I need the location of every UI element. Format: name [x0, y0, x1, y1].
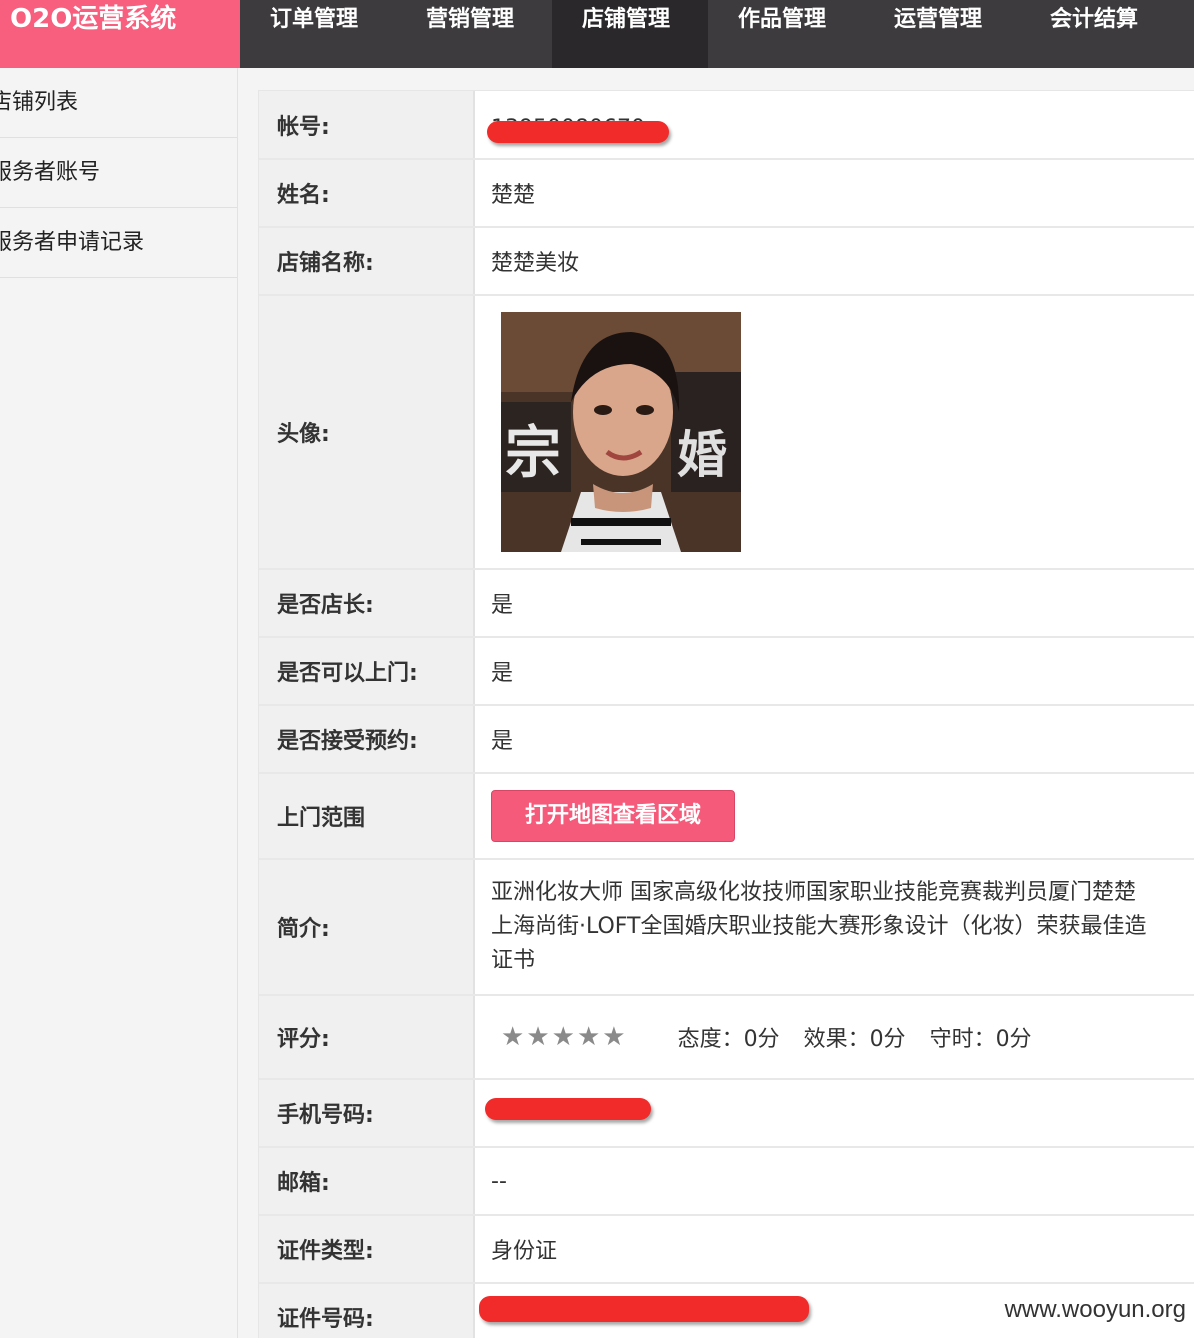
- star-icon: ★: [526, 1022, 550, 1052]
- row-name: 姓名: 楚楚: [259, 160, 1194, 228]
- watermark: www.wooyun.org: [1004, 1296, 1186, 1323]
- star-icon: ★: [602, 1022, 626, 1052]
- sidebar: 店铺列表 服务者账号 服务者申请记录: [0, 68, 238, 1338]
- row-id-type: 证件类型: 身份证: [259, 1216, 1194, 1284]
- account-label: 帐号:: [259, 91, 475, 158]
- is-manager-value: 是: [491, 593, 514, 618]
- shop-name-value: 楚楚美妆: [491, 251, 580, 276]
- star-icon: ★: [551, 1022, 575, 1052]
- intro-line: 上海尚街·LOFT全国婚庆职业技能大赛形象设计（化妆）荣获最佳造: [491, 914, 1147, 939]
- row-home-visit: 是否可以上门: 是: [259, 638, 1194, 706]
- svg-text:婚: 婚: [677, 426, 727, 484]
- row-service-area: 上门范围 打开地图查看区域: [259, 774, 1194, 860]
- punctuality-score: 守时：0分: [929, 1027, 1032, 1052]
- phone-label: 手机号码:: [259, 1080, 475, 1146]
- row-shop-name: 店铺名称: 楚楚美妆: [259, 228, 1194, 296]
- rating-stars: ★ ★ ★ ★ ★: [501, 1024, 626, 1050]
- home-visit-label: 是否可以上门:: [259, 638, 475, 704]
- shop-name-label: 店铺名称:: [259, 228, 475, 294]
- email-value: --: [491, 1168, 507, 1194]
- avatar[interactable]: 宗 婚: [501, 312, 741, 552]
- sidebar-item-provider-applications[interactable]: 服务者申请记录: [0, 208, 237, 278]
- attitude-score: 态度：0分: [677, 1027, 780, 1052]
- main-nav: 订单管理 营销管理 店铺管理 作品管理 运营管理 会计结算: [240, 0, 1176, 68]
- avatar-cell: 宗 婚: [475, 296, 1194, 568]
- redaction-mark: [479, 1296, 809, 1322]
- account-value: 13950080670: [475, 91, 1194, 158]
- id-type-value: 身份证: [491, 1239, 558, 1264]
- intro-label: 简介:: [259, 860, 475, 994]
- row-avatar: 头像: 宗 婚: [259, 296, 1194, 570]
- sidebar-item-provider-accounts[interactable]: 服务者账号: [0, 138, 237, 208]
- app-title[interactable]: O2O运营系统: [0, 0, 240, 68]
- sidebar-item-shop-list[interactable]: 店铺列表: [0, 68, 237, 138]
- accept-booking-label: 是否接受预约:: [259, 706, 475, 772]
- star-icon: ★: [576, 1022, 601, 1052]
- row-intro: 简介: 亚洲化妆大师 国家高级化妆技师国家职业技能竞赛裁判员厦门楚楚 上海尚街·…: [259, 860, 1194, 996]
- service-area-label: 上门范围: [259, 774, 475, 858]
- rating-label: 评分:: [259, 996, 475, 1078]
- row-account: 帐号: 13950080670: [259, 91, 1194, 160]
- row-rating: 评分: ★ ★ ★ ★ ★ 态度：0分 效果：0分 守时：0分: [259, 996, 1194, 1080]
- nav-works[interactable]: 作品管理: [708, 0, 864, 68]
- service-area-cell: 打开地图查看区域: [475, 774, 1194, 858]
- redaction-mark: [487, 121, 669, 143]
- open-map-button[interactable]: 打开地图查看区域: [491, 790, 735, 842]
- nav-accounting[interactable]: 会计结算: [1020, 0, 1176, 68]
- row-phone: 手机号码: 13950080670: [259, 1080, 1194, 1148]
- nav-shops[interactable]: 店铺管理: [552, 0, 708, 68]
- email-label: 邮箱:: [259, 1148, 475, 1214]
- home-visit-value: 是: [491, 661, 514, 686]
- row-is-manager: 是否店长: 是: [259, 570, 1194, 638]
- effect-score: 效果：0分: [803, 1027, 906, 1052]
- detail-table: 帐号: 13950080670 姓名: 楚楚 店铺名称: 楚楚美妆 头像: 宗 …: [258, 90, 1194, 1338]
- redaction-mark: [485, 1098, 651, 1120]
- nav-orders[interactable]: 订单管理: [240, 0, 396, 68]
- phone-value: 13950080670: [475, 1080, 1194, 1146]
- nav-marketing[interactable]: 营销管理: [396, 0, 552, 68]
- row-accept-booking: 是否接受预约: 是: [259, 706, 1194, 774]
- svg-text:宗: 宗: [505, 421, 561, 486]
- row-email: 邮箱: --: [259, 1148, 1194, 1216]
- name-label: 姓名:: [259, 160, 475, 226]
- top-navbar: O2O运营系统 订单管理 营销管理 店铺管理 作品管理 运营管理 会计结算: [0, 0, 1194, 68]
- intro-line: 证书: [491, 948, 536, 973]
- accept-booking-value: 是: [491, 729, 514, 754]
- rating-value: ★ ★ ★ ★ ★ 态度：0分 效果：0分 守时：0分: [475, 996, 1194, 1078]
- name-value: 楚楚: [491, 183, 536, 208]
- avatar-image: 宗 婚: [501, 312, 741, 552]
- id-type-label: 证件类型:: [259, 1216, 475, 1282]
- is-manager-label: 是否店长:: [259, 570, 475, 636]
- star-icon: ★: [501, 1022, 525, 1052]
- nav-operations[interactable]: 运营管理: [864, 0, 1020, 68]
- id-number-label: 证件号码:: [259, 1284, 475, 1338]
- intro-value: 亚洲化妆大师 国家高级化妆技师国家职业技能竞赛裁判员厦门楚楚 上海尚街·LOFT…: [475, 860, 1194, 994]
- intro-line: 亚洲化妆大师 国家高级化妆技师国家职业技能竞赛裁判员厦门楚楚: [491, 880, 1136, 905]
- avatar-label: 头像:: [259, 296, 475, 568]
